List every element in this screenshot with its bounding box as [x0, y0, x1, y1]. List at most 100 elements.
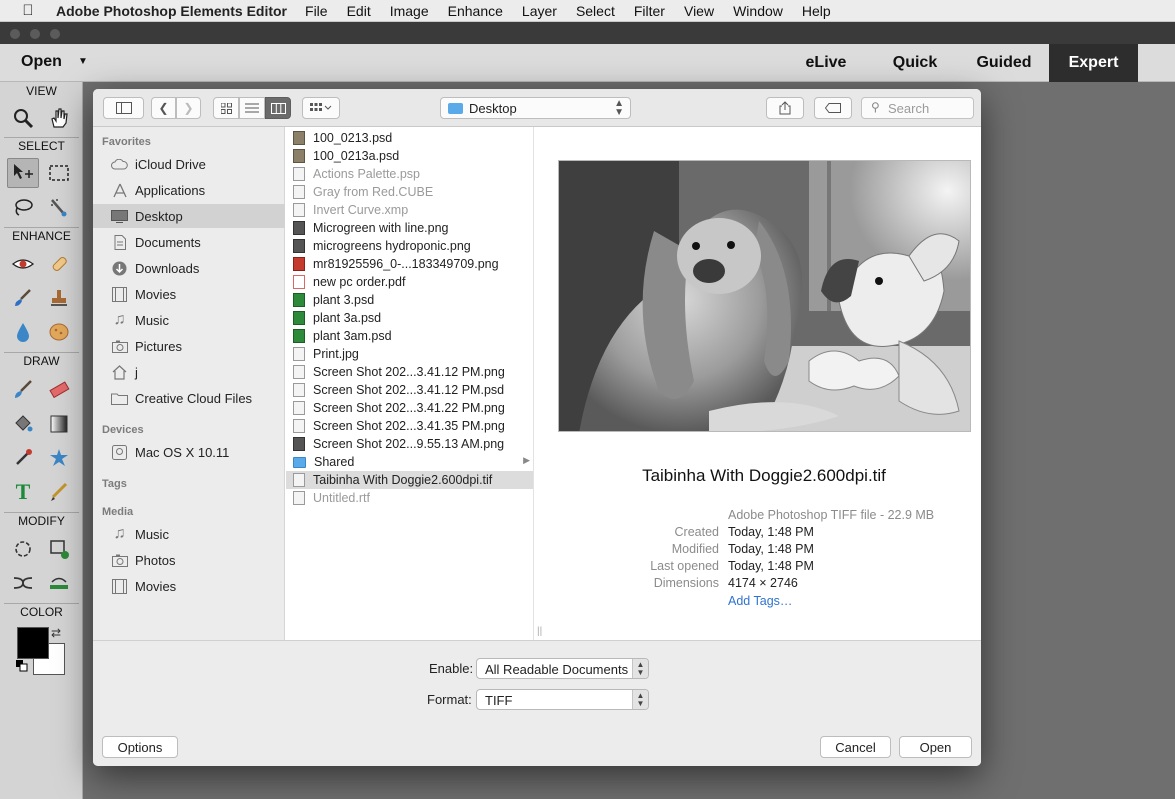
- gradient-tool-icon[interactable]: [43, 409, 75, 439]
- open-dropdown-icon[interactable]: ▼: [78, 56, 88, 67]
- eraser-tool-icon[interactable]: [43, 375, 75, 405]
- mode-tab-guided[interactable]: Guided: [964, 44, 1044, 82]
- file-row[interactable]: plant 3a.psd: [286, 309, 533, 327]
- move-tool-icon[interactable]: [7, 158, 39, 188]
- menu-filter[interactable]: Filter: [634, 3, 665, 19]
- sidebar-item-desktop[interactable]: Desktop: [93, 204, 285, 228]
- menu-file[interactable]: File: [305, 3, 328, 19]
- file-row[interactable]: Screen Shot 202...3.41.12 PM.psd: [286, 381, 533, 399]
- custom-shape-tool-icon[interactable]: [43, 443, 75, 473]
- file-row[interactable]: Screen Shot 202...3.41.22 PM.png: [286, 399, 533, 417]
- open-button[interactable]: Open: [21, 53, 62, 71]
- menu-view[interactable]: View: [684, 3, 714, 19]
- sidebar-item-media-music[interactable]: ♫ Music: [93, 522, 285, 546]
- pencil-tool-icon[interactable]: [43, 477, 75, 507]
- file-row[interactable]: plant 3am.psd: [286, 327, 533, 345]
- file-row[interactable]: Screen Shot 202...9.55.13 AM.png: [286, 435, 533, 453]
- brush-tool-icon[interactable]: [7, 375, 39, 405]
- sidebar-item-movies[interactable]: Movies: [93, 282, 285, 306]
- mode-tab-quick[interactable]: Quick: [880, 44, 950, 82]
- file-row[interactable]: Invert Curve.xmp: [286, 201, 533, 219]
- menu-select[interactable]: Select: [576, 3, 615, 19]
- reset-colors-icon[interactable]: [16, 660, 28, 672]
- menu-layer[interactable]: Layer: [522, 3, 557, 19]
- sidebar-item-home[interactable]: j: [93, 360, 285, 384]
- file-row[interactable]: new pc order.pdf: [286, 273, 533, 291]
- blur-tool-icon[interactable]: [7, 317, 39, 347]
- lasso-tool-icon[interactable]: [7, 192, 39, 222]
- format-popup[interactable]: TIFF ▲ ▼: [476, 689, 649, 710]
- file-row[interactable]: plant 3.psd: [286, 291, 533, 309]
- sponge-tool-icon[interactable]: [43, 317, 75, 347]
- crop-tool-icon[interactable]: [7, 534, 39, 564]
- sidebar-item-downloads[interactable]: Downloads: [93, 256, 285, 280]
- sidebar-item-creative-cloud-files[interactable]: Creative Cloud Files: [93, 386, 285, 410]
- sidebar-toggle-button[interactable]: [103, 97, 144, 119]
- clone-stamp-tool-icon[interactable]: [43, 283, 75, 313]
- sidebar-item-pictures[interactable]: Pictures: [93, 334, 285, 358]
- sidebar-item-applications[interactable]: Applications: [93, 178, 285, 202]
- menu-edit[interactable]: Edit: [347, 3, 371, 19]
- zoom-tool-icon[interactable]: [7, 103, 39, 133]
- file-row[interactable]: Microgreen with line.png: [286, 219, 533, 237]
- menu-image[interactable]: Image: [390, 3, 429, 19]
- options-button[interactable]: Options: [102, 736, 178, 758]
- minimize-window-button[interactable]: [30, 29, 40, 39]
- marquee-tool-icon[interactable]: [43, 158, 75, 188]
- file-row[interactable]: Screen Shot 202...3.41.35 PM.png: [286, 417, 533, 435]
- cancel-button[interactable]: Cancel: [820, 736, 891, 758]
- file-row[interactable]: 100_0213a.psd: [286, 147, 533, 165]
- sidebar-item-media-photos[interactable]: Photos: [93, 548, 285, 572]
- file-row[interactable]: Screen Shot 202...3.41.12 PM.png: [286, 363, 533, 381]
- location-popup[interactable]: Desktop ▲ ▼: [440, 97, 631, 119]
- content-aware-move-tool-icon[interactable]: [7, 568, 39, 598]
- sidebar-item-music[interactable]: ♫ Music: [93, 308, 285, 332]
- close-window-button[interactable]: [10, 29, 20, 39]
- open-file-button[interactable]: Open: [899, 736, 972, 758]
- search-field[interactable]: ⚲: [861, 97, 974, 119]
- column-resize-handle[interactable]: ||: [537, 626, 542, 637]
- file-row[interactable]: Actions Palette.psp: [286, 165, 533, 183]
- menu-app-name[interactable]: Adobe Photoshop Elements Editor: [56, 3, 287, 19]
- sidebar-item-media-movies[interactable]: Movies: [93, 574, 285, 598]
- hand-tool-icon[interactable]: [43, 103, 75, 133]
- zoom-window-button[interactable]: [50, 29, 60, 39]
- quick-selection-tool-icon[interactable]: [43, 192, 75, 222]
- file-row[interactable]: microgreens hydroponic.png: [286, 237, 533, 255]
- swap-colors-icon[interactable]: ⇄: [51, 626, 61, 640]
- foreground-color-swatch[interactable]: [17, 627, 49, 659]
- arrange-menu-button[interactable]: [302, 97, 340, 119]
- file-row[interactable]: 100_0213.psd: [286, 129, 533, 147]
- menu-window[interactable]: Window: [733, 3, 783, 19]
- file-row[interactable]: Shared ▶: [286, 453, 533, 471]
- menu-help[interactable]: Help: [802, 3, 831, 19]
- file-row[interactable]: Taibinha With Doggie2.600dpi.tif: [286, 471, 533, 489]
- list-view-button[interactable]: [239, 97, 265, 119]
- sidebar-item-mac-os-x[interactable]: Mac OS X 10.11: [93, 440, 285, 464]
- file-row[interactable]: mr81925596_0-...183349709.png: [286, 255, 533, 273]
- paint-bucket-tool-icon[interactable]: [7, 409, 39, 439]
- column-view-button[interactable]: [265, 97, 291, 119]
- spot-healing-tool-icon[interactable]: [43, 249, 75, 279]
- forward-button[interactable]: ❯: [176, 97, 201, 119]
- edit-tags-button[interactable]: [814, 97, 852, 119]
- file-row[interactable]: Print.jpg: [286, 345, 533, 363]
- smart-brush-tool-icon[interactable]: [7, 283, 39, 313]
- mode-tab-elive[interactable]: eLive: [794, 44, 858, 82]
- eyedropper-tool-icon[interactable]: [7, 443, 39, 473]
- sidebar-item-icloud-drive[interactable]: iCloud Drive: [93, 152, 285, 176]
- share-button[interactable]: [766, 97, 804, 119]
- mode-tab-expert[interactable]: Expert: [1049, 44, 1138, 82]
- red-eye-tool-icon[interactable]: [7, 249, 39, 279]
- apple-logo-icon[interactable]: : [0, 2, 56, 19]
- file-row[interactable]: Untitled.rtf: [286, 489, 533, 507]
- search-input[interactable]: [888, 101, 970, 116]
- menu-enhance[interactable]: Enhance: [448, 3, 503, 19]
- add-tags-link[interactable]: Add Tags…: [728, 594, 792, 608]
- recompose-tool-icon[interactable]: [43, 534, 75, 564]
- file-row[interactable]: Gray from Red.CUBE: [286, 183, 533, 201]
- straighten-tool-icon[interactable]: [43, 568, 75, 598]
- icon-view-button[interactable]: [213, 97, 239, 119]
- enable-popup[interactable]: All Readable Documents ▲ ▼: [476, 658, 649, 679]
- type-tool-icon[interactable]: T: [7, 477, 39, 507]
